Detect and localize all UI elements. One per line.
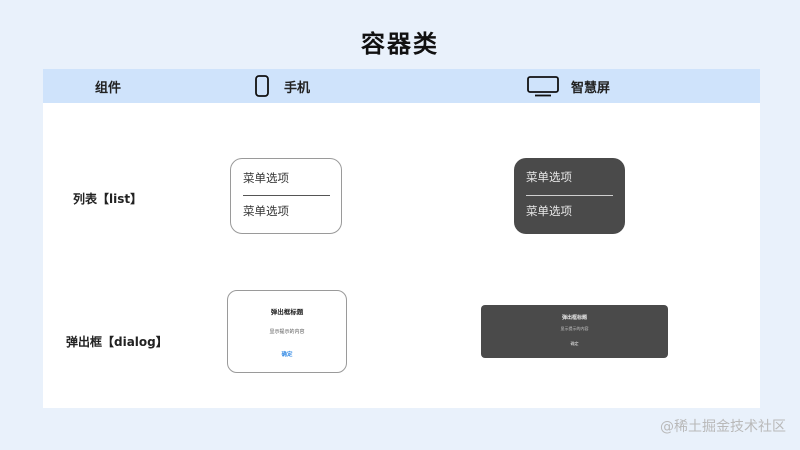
header-component: 组件 bbox=[95, 80, 122, 96]
phone-icon bbox=[255, 75, 269, 97]
list-item[interactable]: 菜单选项 bbox=[243, 203, 289, 219]
list-item[interactable]: 菜单选项 bbox=[526, 169, 572, 185]
header-smart-screen-label: 智慧屏 bbox=[571, 80, 611, 96]
dialog-content: 显示提示的内容 bbox=[269, 329, 305, 335]
tv-screen-icon bbox=[527, 75, 559, 97]
phone-dialog-card: 弹出框标题 显示提示的内容 确定 bbox=[227, 290, 347, 373]
dialog-confirm-button[interactable]: 确定 bbox=[228, 350, 346, 358]
watermark: @稀土掘金技术社区 bbox=[660, 419, 786, 435]
dialog-content: 显示提示的内容 bbox=[560, 326, 589, 331]
dialog-title: 弹出框标题 bbox=[561, 315, 587, 321]
row-label-dialog: 弹出框【dialog】 bbox=[66, 335, 168, 349]
list-divider bbox=[526, 195, 613, 196]
header-phone-label: 手机 bbox=[284, 80, 311, 96]
tv-dialog-card: 弹出框标题 显示提示的内容 确定 bbox=[481, 305, 668, 358]
header-smart-screen: 智慧屏 bbox=[527, 69, 610, 103]
dialog-title: 弹出框标题 bbox=[270, 308, 304, 316]
table-header: 组件 手机 智慧屏 bbox=[43, 69, 760, 103]
dialog-confirm-button[interactable]: 确定 bbox=[481, 341, 668, 347]
page-title: 容器类 bbox=[361, 30, 439, 58]
comparison-table: 组件 手机 智慧屏 列表【list】 菜单选项 菜单选项 菜单选项 菜单选项 弹… bbox=[43, 69, 760, 408]
list-divider bbox=[243, 195, 330, 196]
tv-list-card: 菜单选项 菜单选项 bbox=[514, 158, 625, 234]
list-item[interactable]: 菜单选项 bbox=[243, 170, 289, 186]
phone-list-card: 菜单选项 菜单选项 bbox=[230, 158, 342, 234]
list-item[interactable]: 菜单选项 bbox=[526, 203, 572, 219]
header-phone: 手机 bbox=[255, 69, 310, 103]
row-label-list: 列表【list】 bbox=[73, 192, 143, 206]
